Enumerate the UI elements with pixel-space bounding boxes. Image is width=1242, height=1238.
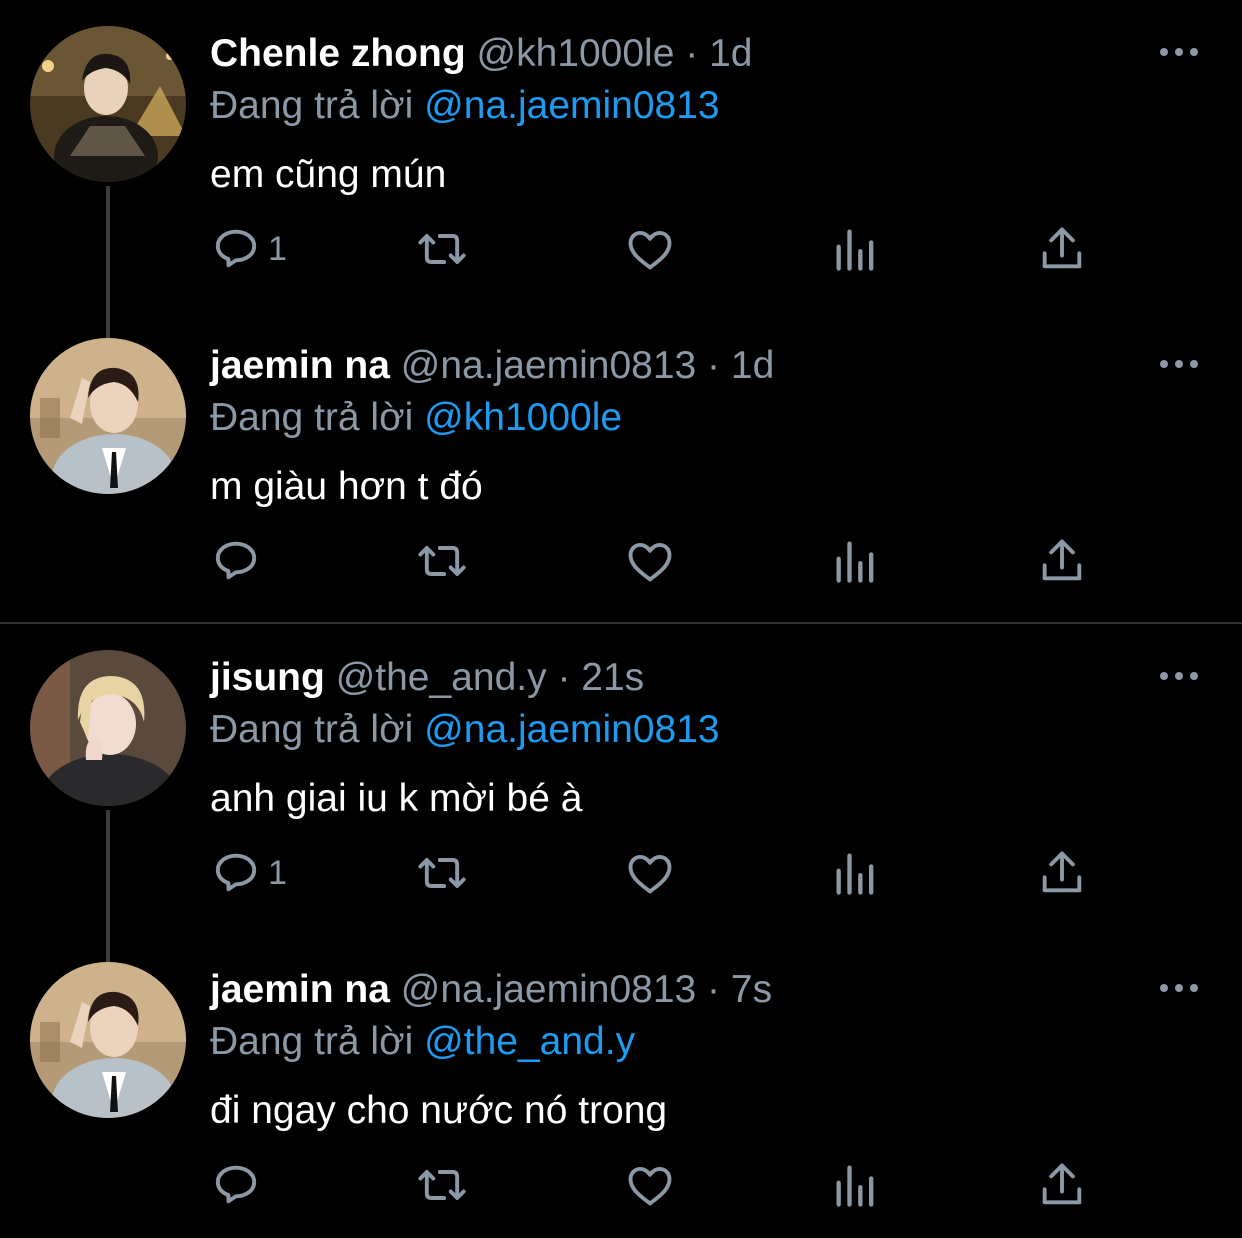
display-name[interactable]: jisung (210, 656, 325, 699)
heart-icon (624, 535, 676, 587)
user-handle[interactable]: @kh1000le (477, 32, 675, 75)
display-name[interactable]: Chenle zhong (210, 32, 466, 75)
retweet-button[interactable] (416, 526, 468, 596)
tweet[interactable]: jaemin na @na.jaemin0813 · 7s Đang trả l… (0, 936, 1242, 1238)
timestamp[interactable]: 21s (581, 656, 644, 699)
like-button[interactable] (624, 838, 676, 908)
reply-button[interactable] (210, 1150, 268, 1220)
retweet-icon (416, 223, 468, 275)
reply-count: 1 (268, 229, 287, 268)
timestamp[interactable]: 1d (731, 344, 774, 387)
display-name[interactable]: jaemin na (210, 344, 390, 387)
mention-link[interactable]: @the_and.y (424, 1020, 635, 1063)
replying-to: Đang trả lời @na.jaemin0813 (210, 706, 720, 754)
action-bar (0, 1150, 1242, 1220)
retweet-button[interactable] (416, 1150, 468, 1220)
share-button[interactable] (1036, 1150, 1088, 1220)
tweet-header: Chenle zhong @kh1000le · 1d (210, 30, 752, 78)
tweet-text: anh giai iu k mời bé à (210, 777, 583, 820)
reply-icon (210, 847, 262, 899)
like-button[interactable] (624, 214, 676, 284)
share-icon (1036, 1159, 1088, 1211)
replying-prefix: Đang trả lời (210, 1020, 414, 1063)
views-icon (830, 535, 882, 587)
avatar[interactable] (30, 962, 186, 1118)
reply-icon (210, 1159, 262, 1211)
avatar[interactable] (30, 650, 186, 806)
action-bar: 1 (0, 214, 1242, 284)
user-handle[interactable]: @the_and.y (336, 656, 547, 699)
mention-link[interactable]: @kh1000le (424, 396, 622, 439)
action-bar (0, 526, 1242, 596)
replying-to: Đang trả lời @na.jaemin0813 (210, 82, 720, 130)
reply-icon (210, 223, 262, 275)
user-handle[interactable]: @na.jaemin0813 (401, 968, 696, 1011)
retweet-icon (416, 535, 468, 587)
separator-dot: · (707, 344, 721, 387)
user-handle[interactable]: @na.jaemin0813 (401, 344, 696, 387)
display-name[interactable]: jaemin na (210, 968, 390, 1011)
separator-dot: · (707, 968, 721, 1011)
tweet-header: jaemin na @na.jaemin0813 · 1d (210, 342, 774, 390)
replying-prefix: Đang trả lời (210, 708, 414, 751)
heart-icon (624, 223, 676, 275)
reply-button[interactable]: 1 (210, 838, 287, 908)
tweet-text: em cũng mún (210, 153, 447, 196)
share-button[interactable] (1036, 214, 1088, 284)
tweet[interactable]: jisung @the_and.y · 21s Đang trả lời @na… (0, 624, 1242, 936)
views-button[interactable] (830, 526, 882, 596)
reply-button[interactable]: 1 (210, 214, 287, 284)
share-button[interactable] (1036, 838, 1088, 908)
retweet-icon (416, 1159, 468, 1211)
more-icon[interactable] (1156, 352, 1202, 376)
views-icon (830, 1159, 882, 1211)
avatar[interactable] (30, 26, 186, 182)
retweet-button[interactable] (416, 838, 468, 908)
retweet-icon (416, 847, 468, 899)
share-button[interactable] (1036, 526, 1088, 596)
like-button[interactable] (624, 526, 676, 596)
reply-button[interactable] (210, 526, 268, 596)
like-button[interactable] (624, 1150, 676, 1220)
share-icon (1036, 223, 1088, 275)
mention-link[interactable]: @na.jaemin0813 (424, 84, 719, 127)
views-button[interactable] (830, 1150, 882, 1220)
views-icon (830, 847, 882, 899)
tweet[interactable]: Chenle zhong @kh1000le · 1d Đang trả lời… (0, 0, 1242, 312)
share-icon (1036, 847, 1088, 899)
tweet-text: đi ngay cho nước nó trong (210, 1089, 668, 1132)
replying-to: Đang trả lời @kh1000le (210, 394, 622, 442)
reply-count: 1 (268, 853, 287, 892)
tweet[interactable]: jaemin na @na.jaemin0813 · 1d Đang trả l… (0, 312, 1242, 622)
tweet-text: m giàu hơn t đó (210, 465, 483, 508)
tweet-header: jaemin na @na.jaemin0813 · 7s (210, 966, 772, 1014)
replying-prefix: Đang trả lời (210, 396, 414, 439)
more-icon[interactable] (1156, 976, 1202, 1000)
avatar[interactable] (30, 338, 186, 494)
replying-to: Đang trả lời @the_and.y (210, 1018, 635, 1066)
replying-prefix: Đang trả lời (210, 84, 414, 127)
timestamp[interactable]: 1d (709, 32, 752, 75)
heart-icon (624, 1159, 676, 1211)
retweet-button[interactable] (416, 214, 468, 284)
separator-dot: · (685, 32, 699, 75)
views-button[interactable] (830, 214, 882, 284)
heart-icon (624, 847, 676, 899)
views-button[interactable] (830, 838, 882, 908)
share-icon (1036, 535, 1088, 587)
views-icon (830, 223, 882, 275)
more-icon[interactable] (1156, 664, 1202, 688)
reply-icon (210, 535, 262, 587)
action-bar: 1 (0, 838, 1242, 908)
mention-link[interactable]: @na.jaemin0813 (424, 708, 719, 751)
timestamp[interactable]: 7s (731, 968, 772, 1011)
more-icon[interactable] (1156, 40, 1202, 64)
separator-dot: · (557, 656, 571, 699)
tweet-header: jisung @the_and.y · 21s (210, 654, 644, 702)
